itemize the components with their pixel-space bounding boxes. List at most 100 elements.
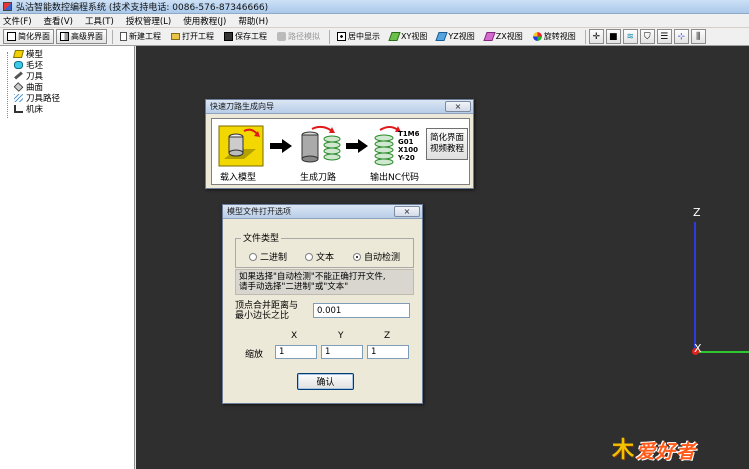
file-type-group-label: 文件类型 — [241, 231, 282, 244]
options-close-button[interactable]: × — [394, 206, 420, 217]
save-project-button[interactable]: 保存工程 — [220, 29, 271, 44]
model-icon — [12, 49, 25, 58]
generate-toolpath-label: 生成刀路 — [300, 173, 337, 183]
xy-plane-icon — [388, 32, 401, 41]
align-icon[interactable]: ☰ — [656, 29, 672, 44]
wizard-caption: 快速刀路生成向导 — [206, 100, 473, 114]
yz-view-button[interactable]: YZ视图 — [433, 29, 478, 44]
surface-icon — [13, 81, 24, 92]
generate-toolpath-icon — [301, 125, 341, 163]
watermark-emblem: 木 — [612, 437, 635, 463]
menu-bar: 文件(F) 查看(V) 工具(T) 授权管理(L) 使用教程(J) 帮助(H) — [0, 14, 749, 28]
path-simulation-button[interactable]: 路径模拟 — [273, 29, 324, 44]
confirm-button[interactable]: 确认 — [297, 373, 354, 390]
layers-icon[interactable]: ≋ — [622, 29, 638, 44]
floppy-save-icon — [224, 32, 233, 41]
radio-indicator — [305, 252, 313, 261]
xy-view-button[interactable]: XY视图 — [386, 29, 431, 44]
yz-plane-icon — [435, 32, 449, 41]
project-tree: 模型 毛坯 刀具 曲面 刀具路径 机床 — [0, 46, 135, 469]
menu-tutorial[interactable]: 使用教程(J) — [183, 15, 226, 27]
zx-plane-icon — [483, 32, 496, 41]
generate-toolpath-step-button[interactable] — [296, 124, 346, 168]
x-axis — [696, 351, 749, 353]
title-bar: 弘沽智能数控编程系统 (技术支持电话: 0086-576-87346666) — [0, 0, 749, 14]
z-axis — [694, 222, 696, 352]
menu-license[interactable]: 授权管理(L) — [126, 15, 171, 27]
radio-indicator — [249, 252, 257, 261]
center-target-icon — [337, 32, 346, 41]
cube-icon[interactable]: ■ — [605, 29, 621, 44]
load-model-label: 载入模型 — [220, 173, 257, 183]
z-axis-label: Z — [693, 206, 701, 219]
radio-text[interactable]: 文本 — [305, 250, 334, 263]
tree-item-machine[interactable]: 机床 — [0, 103, 134, 115]
simple-ui-button[interactable]: 简化界面 — [3, 29, 54, 44]
tree-item-stock[interactable]: 毛坯 — [0, 59, 134, 71]
shield-icon[interactable]: ⛉ — [639, 29, 655, 44]
radio-auto-detect[interactable]: 自动检测 — [353, 250, 400, 263]
new-project-button[interactable]: 新建工程 — [116, 29, 165, 44]
options-caption: 模型文件打开选项 — [223, 205, 422, 219]
rotate-view-button[interactable]: 旋转视图 — [529, 29, 580, 44]
scale-z-input[interactable]: 1 — [367, 345, 409, 359]
window-icon — [7, 32, 16, 41]
tree-item-toolpath[interactable]: 刀具路径 — [0, 92, 134, 104]
grid-window-icon — [60, 32, 69, 41]
rotate-icon — [532, 32, 542, 41]
toolbar-separator — [584, 29, 586, 44]
auto-detect-note: 如果选择"自动检测"不能正确打开文件, 请手动选择"二进制"或"文本" — [235, 269, 414, 295]
scale-x-input[interactable]: 1 — [275, 345, 317, 359]
right-arrow-icon — [270, 139, 292, 153]
watermark-text: 爱好者 — [636, 441, 697, 463]
nc-code-preview: T1M6 G01 X100 Y-20 — [398, 130, 420, 162]
output-nc-step-button[interactable]: T1M6 G01 X100 Y-20 — [372, 124, 422, 168]
scale-y-input[interactable]: 1 — [321, 345, 363, 359]
tool-icon — [14, 71, 23, 80]
column-x-label: X — [291, 331, 298, 341]
drill-icon[interactable]: ⫼ — [690, 29, 706, 44]
tree-item-surface[interactable]: 曲面 — [0, 81, 134, 93]
advanced-ui-button[interactable]: 高级界面 — [56, 29, 107, 44]
radio-indicator-selected — [353, 252, 361, 261]
simulation-icon — [277, 32, 286, 41]
vertex-merge-ratio-input[interactable]: 0.001 — [313, 303, 410, 318]
watermark-logo: 木 爱好者 — [612, 426, 732, 464]
menu-tools[interactable]: 工具(T) — [85, 15, 114, 27]
toolpath-icon — [14, 93, 23, 102]
output-nc-label: 输出NC代码 — [370, 173, 420, 183]
toolbar-separator — [112, 29, 113, 44]
right-arrow-icon — [346, 139, 368, 153]
wizard-steps-panel: T1M6 G01 X100 Y-20 载入模型 生成刀路 输出NC代码 简化界面… — [211, 118, 470, 185]
new-file-icon — [120, 32, 127, 41]
toolpath-wizard-dialog: 快速刀路生成向导 × T1M6 G01 X100 Y-20 载入模型 生成刀路 … — [205, 99, 474, 189]
axes-icon[interactable]: ⊹ — [673, 29, 689, 44]
open-project-button[interactable]: 打开工程 — [167, 29, 218, 44]
menu-help[interactable]: 帮助(H) — [238, 15, 268, 27]
model-open-options-dialog: 模型文件打开选项 × 文件类型 二进制 文本 自动检测 如果选择"自动检测"不能… — [222, 204, 423, 404]
app-icon — [3, 2, 12, 11]
tree-item-model[interactable]: 模型 — [0, 48, 134, 60]
vertex-merge-ratio-label: 顶点合并距离与 最小边长之比 — [235, 301, 299, 321]
main-toolbar: 简化界面 高级界面 新建工程 打开工程 保存工程 路径模拟 居中显示 XY视图 … — [0, 28, 749, 46]
x-axis-label: X — [694, 342, 702, 355]
stock-icon — [14, 60, 23, 69]
column-z-label: Z — [384, 331, 391, 341]
menu-file[interactable]: 文件(F) — [3, 15, 32, 27]
move-icon[interactable]: ✛ — [588, 29, 604, 44]
wizard-close-button[interactable]: × — [445, 101, 471, 112]
menu-view[interactable]: 查看(V) — [44, 15, 73, 27]
toolbar-separator — [329, 29, 330, 44]
scale-label: 缩放 — [245, 350, 264, 360]
tree-item-tool[interactable]: 刀具 — [0, 70, 134, 82]
column-y-label: Y — [338, 331, 344, 341]
load-model-icon — [218, 125, 264, 167]
zx-view-button[interactable]: ZX视图 — [481, 29, 527, 44]
simple-ui-video-tutorial-button[interactable]: 简化界面 视频教程 — [426, 128, 468, 160]
radio-binary[interactable]: 二进制 — [249, 250, 287, 263]
load-model-step-button[interactable] — [216, 124, 266, 168]
machine-icon — [14, 104, 23, 113]
center-display-button[interactable]: 居中显示 — [333, 29, 384, 44]
window-title: 弘沽智能数控编程系统 (技术支持电话: 0086-576-87346666) — [16, 3, 269, 13]
folder-open-icon — [171, 33, 180, 40]
